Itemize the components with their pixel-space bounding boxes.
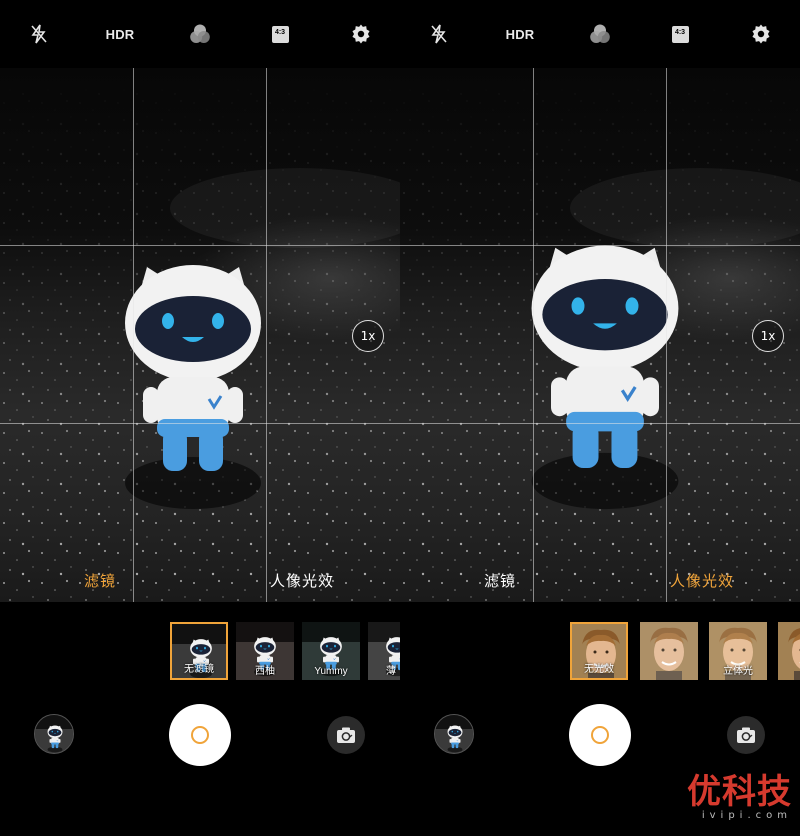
camera-switch-icon[interactable] — [327, 716, 365, 754]
camera-switch-icon[interactable] — [727, 716, 765, 754]
grid-line — [400, 245, 800, 246]
top-toolbar: HDR 4:3 — [400, 0, 800, 68]
gallery-thumbnail[interactable] — [434, 714, 474, 754]
gallery-preview — [435, 715, 473, 753]
filter-item-none[interactable]: 无滤镜 — [170, 622, 228, 680]
settings-icon[interactable] — [750, 22, 772, 46]
grid-line — [666, 68, 667, 602]
grid-line — [400, 423, 800, 424]
tab-filters[interactable]: 滤镜 — [84, 570, 116, 591]
hdr-toggle[interactable]: HDR — [504, 22, 536, 46]
light-effect-item[interactable] — [640, 622, 698, 680]
grid-line — [0, 423, 400, 424]
effect-label: 无光效 — [584, 664, 614, 675]
filter-item-yummy[interactable]: Yummy — [302, 622, 360, 680]
filter-item-grapefruit[interactable]: 西柚 — [236, 622, 294, 680]
grid-line — [533, 68, 534, 602]
effect-label: 立体光 — [723, 666, 753, 677]
filters-icon[interactable] — [588, 22, 612, 46]
filter-label: 无滤镜 — [184, 664, 214, 675]
watermark-char: 科 — [722, 772, 757, 812]
tab-filters[interactable]: 滤镜 — [484, 570, 516, 591]
light-effect-item-3d[interactable]: 立体光 — [709, 622, 767, 680]
camera-viewfinder[interactable]: 1x — [0, 68, 400, 602]
filter-item-thin[interactable]: 薄 — [368, 622, 400, 680]
effect-preview — [778, 622, 800, 680]
shutter-button[interactable] — [169, 704, 231, 766]
flash-off-icon[interactable] — [428, 22, 450, 46]
filters-icon[interactable] — [188, 22, 212, 46]
watermark-char: 优 — [687, 772, 722, 812]
flash-off-icon[interactable] — [28, 22, 50, 46]
aspect-ratio-label: 4:3 — [274, 28, 286, 36]
settings-icon[interactable] — [350, 22, 372, 46]
watermark: 优科技 ivipi.com — [687, 772, 792, 821]
effect-preview — [640, 622, 698, 680]
camera-panel-right: HDR 4:3 1x 滤镜 人像光效 无光效 立体光 优科技 ivipi.com — [400, 0, 800, 836]
tab-portrait-light[interactable]: 人像光效 — [270, 570, 334, 591]
hdr-toggle[interactable]: HDR — [104, 22, 136, 46]
aspect-ratio-label: 4:3 — [674, 28, 686, 36]
filter-label: 薄 — [386, 666, 396, 677]
gallery-preview — [35, 715, 73, 753]
watermark-char: 技 — [757, 772, 792, 812]
top-toolbar: HDR 4:3 — [0, 0, 400, 68]
camera-viewfinder[interactable]: 1x — [400, 68, 800, 602]
gallery-thumbnail[interactable] — [34, 714, 74, 754]
shutter-button[interactable] — [569, 704, 631, 766]
filter-strip: 无滤镜 西柚 Yummy 薄 — [0, 622, 400, 684]
mascot-figure — [123, 263, 263, 511]
aspect-ratio-icon[interactable]: 4:3 — [670, 22, 690, 46]
filter-label: Yummy — [314, 666, 348, 677]
filter-label: 西柚 — [255, 666, 275, 677]
aspect-ratio-icon[interactable]: 4:3 — [270, 22, 290, 46]
tab-portrait-light[interactable]: 人像光效 — [670, 570, 734, 591]
grid-line — [0, 245, 400, 246]
grid-line — [133, 68, 134, 602]
light-effect-item[interactable] — [778, 622, 800, 680]
grid-line — [266, 68, 267, 602]
watermark-domain: ivipi.com — [701, 810, 792, 821]
light-effect-item-none[interactable]: 无光效 — [570, 622, 628, 680]
zoom-button[interactable]: 1x — [352, 320, 384, 352]
mascot-figure — [529, 243, 681, 511]
zoom-button[interactable]: 1x — [752, 320, 784, 352]
watermark-logo: 优科技 — [687, 772, 792, 812]
light-effect-strip: 无光效 立体光 — [400, 622, 800, 684]
camera-panel-left: HDR 4:3 1x 滤镜 人像光效 无滤镜 西柚 Yummy 薄 — [0, 0, 400, 836]
